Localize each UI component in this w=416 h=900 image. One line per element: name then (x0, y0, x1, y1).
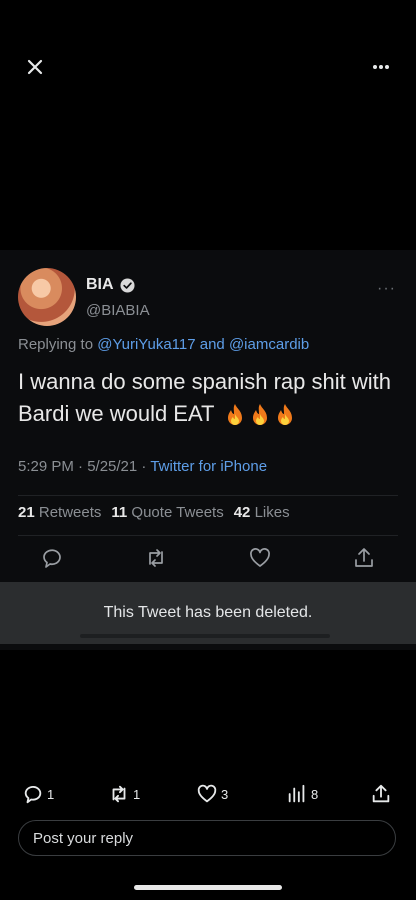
tweet-source: Twitter for iPhone (150, 458, 268, 475)
divider (18, 535, 398, 536)
divider (18, 495, 398, 496)
heart-icon (250, 548, 270, 567)
top-bar (0, 0, 416, 130)
more-options-button[interactable] (368, 56, 394, 78)
retweet-icon (149, 549, 163, 567)
tweet-body: I wanna do some spanish rap shit with Ba… (18, 366, 398, 430)
views-count: 8 (311, 786, 319, 802)
replying-to-line: Replying to @YuriYuka117 and @iamcardib (18, 336, 309, 353)
share-icon (355, 548, 373, 567)
mention-and: and (199, 336, 225, 353)
tweet-text: I wanna do some spanish rap shit with Ba… (18, 369, 391, 426)
mention-yuriyuka: @YuriYuka117 (97, 336, 196, 353)
tweet-timestamp: 5:29 PM · 5/25/21 · (18, 458, 147, 475)
share-icon (372, 784, 390, 803)
mention-iamcardib: @iamcardib (228, 336, 310, 353)
deleted-tweet-notice: This Tweet has been deleted. (0, 582, 416, 644)
tweet-meta: 5:29 PM · 5/25/21 · Twitter for iPhone (18, 458, 267, 475)
like-button[interactable]: 3 (196, 783, 228, 805)
views-button[interactable]: 8 (286, 783, 318, 805)
author-handle: @BIABIA (86, 302, 150, 319)
quotes-count: 11 (111, 504, 128, 521)
deleted-tweet-text: This Tweet has been deleted. (103, 604, 313, 621)
retweet-button[interactable]: 1 (108, 783, 140, 805)
fire-emoji-icon (253, 404, 268, 426)
heart-icon (197, 784, 217, 803)
home-indicator (134, 885, 282, 890)
close-icon (27, 59, 43, 75)
avatar (18, 268, 76, 326)
retweets-stat: 21 Retweets (18, 504, 101, 521)
quotes-label: Quote Tweets (131, 504, 224, 521)
tweet-actions-image (40, 546, 376, 570)
likes-count: 42 (233, 504, 251, 521)
reply-icon (24, 785, 42, 804)
tweet-more-icon: ··· (377, 280, 396, 297)
views-chart-icon (288, 784, 305, 803)
tweet-stats: 21 Retweets 11 Quote Tweets 42 Likes (18, 504, 290, 521)
tweet-screenshot-image: BIA @BIABIA ··· Replying to @YuriYuka117… (0, 250, 416, 650)
more-horizontal-icon (373, 65, 389, 69)
like-count: 3 (221, 786, 229, 802)
divider (80, 634, 330, 638)
reply-icon (43, 549, 61, 568)
reply-input[interactable] (33, 829, 395, 847)
replying-to-prefix: Replying to (18, 336, 94, 353)
reply-field-container[interactable] (18, 820, 396, 856)
share-button[interactable] (370, 783, 392, 805)
likes-stat: 42 Likes (234, 504, 290, 521)
engagement-bar: 1 1 3 8 (0, 776, 416, 812)
author-name: BIA (86, 276, 114, 293)
verified-badge-icon (120, 277, 135, 293)
likes-label: Likes (254, 504, 290, 521)
reply-button[interactable]: 1 (22, 783, 54, 805)
quotes-stat: 11 Quote Tweets (111, 504, 223, 521)
retweets-label: Retweets (38, 504, 102, 521)
fire-emoji-icon (278, 404, 293, 426)
close-button[interactable] (22, 54, 48, 80)
retweet-icon (112, 785, 126, 803)
reply-count: 1 (47, 786, 55, 802)
fire-emoji-icon (228, 404, 243, 426)
author-name-row: BIA (86, 276, 135, 294)
retweet-count: 1 (133, 786, 141, 802)
retweets-count: 21 (18, 504, 35, 521)
fire-emoji-group (224, 403, 296, 427)
